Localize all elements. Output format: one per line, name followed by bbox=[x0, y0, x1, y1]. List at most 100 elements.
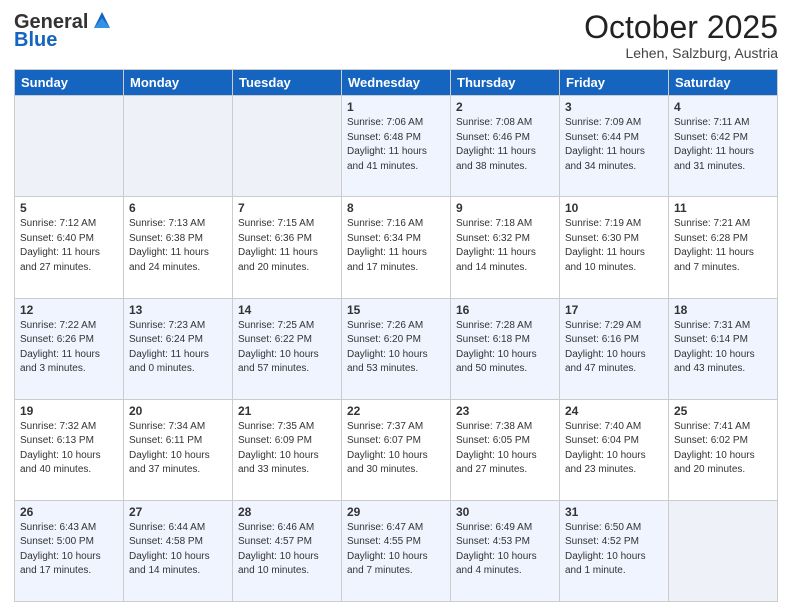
day-info: Sunrise: 7:28 AM Sunset: 6:18 PM Dayligh… bbox=[456, 319, 554, 377]
day-info: Sunrise: 7:41 AM Sunset: 6:02 PM Dayligh… bbox=[674, 420, 772, 478]
day-info: Sunrise: 6:44 AM Sunset: 4:58 PM Dayligh… bbox=[129, 521, 227, 579]
day-info: Sunrise: 7:19 AM Sunset: 6:30 PM Dayligh… bbox=[565, 217, 663, 275]
day-number: 10 bbox=[565, 201, 663, 215]
day-number: 23 bbox=[456, 404, 554, 418]
calendar-cell: 10 Sunrise: 7:19 AM Sunset: 6:30 PM Dayli… bbox=[560, 197, 669, 298]
day-info: Sunrise: 7:22 AM Sunset: 6:26 PM Dayligh… bbox=[20, 319, 118, 377]
calendar-cell: 11Sunrise: 7:21 AM Sunset: 6:28 PM Dayli… bbox=[669, 197, 778, 298]
day-info: Sunrise: 7:25 AM Sunset: 6:22 PM Dayligh… bbox=[238, 319, 336, 377]
calendar-week-4: 19 Sunrise: 7:32 AM Sunset: 6:13 PM Dayli… bbox=[15, 399, 778, 500]
day-info: Sunrise: 7:21 AM Sunset: 6:28 PM Dayligh… bbox=[674, 217, 772, 275]
calendar-cell bbox=[233, 96, 342, 197]
calendar-cell: 3 Sunrise: 7:09 AM Sunset: 6:44 PM Daylig… bbox=[560, 96, 669, 197]
header: General Blue October 2025 Lehen, Salzbur… bbox=[14, 10, 778, 61]
day-number: 14 bbox=[238, 303, 336, 317]
calendar-cell: 30Sunrise: 6:49 AM Sunset: 4:53 PM Dayli… bbox=[451, 500, 560, 601]
day-info: Sunrise: 7:12 AM Sunset: 6:40 PM Dayligh… bbox=[20, 217, 118, 275]
weekday-header-wednesday: Wednesday bbox=[342, 70, 451, 96]
calendar-cell: 25 Sunrise: 7:41 AM Sunset: 6:02 PM Dayli… bbox=[669, 399, 778, 500]
calendar-cell: 8 Sunrise: 7:16 AM Sunset: 6:34 PM Daylig… bbox=[342, 197, 451, 298]
weekday-header-saturday: Saturday bbox=[669, 70, 778, 96]
day-number: 9 bbox=[456, 201, 554, 215]
calendar-cell bbox=[669, 500, 778, 601]
day-number: 3 bbox=[565, 100, 663, 114]
calendar-cell: 23 Sunrise: 7:38 AM Sunset: 6:05 PM Dayli… bbox=[451, 399, 560, 500]
calendar-cell: 5 Sunrise: 7:12 AM Sunset: 6:40 PM Daylig… bbox=[15, 197, 124, 298]
calendar-cell: 26 Sunrise: 6:43 AM Sunset: 5:00 PM Dayli… bbox=[15, 500, 124, 601]
calendar-cell: 12 Sunrise: 7:22 AM Sunset: 6:26 PM Dayli… bbox=[15, 298, 124, 399]
calendar-cell: 24Sunrise: 7:40 AM Sunset: 6:04 PM Dayli… bbox=[560, 399, 669, 500]
day-number: 15 bbox=[347, 303, 445, 317]
calendar-cell: 6 Sunrise: 7:13 AM Sunset: 6:38 PM Daylig… bbox=[124, 197, 233, 298]
calendar-cell: 9 Sunrise: 7:18 AM Sunset: 6:32 PM Daylig… bbox=[451, 197, 560, 298]
title-block: October 2025 Lehen, Salzburg, Austria bbox=[584, 10, 778, 61]
day-number: 16 bbox=[456, 303, 554, 317]
calendar-cell: 16 Sunrise: 7:28 AM Sunset: 6:18 PM Dayli… bbox=[451, 298, 560, 399]
day-number: 20 bbox=[129, 404, 227, 418]
day-info: Sunrise: 6:47 AM Sunset: 4:55 PM Dayligh… bbox=[347, 521, 445, 579]
day-info: Sunrise: 7:23 AM Sunset: 6:24 PM Dayligh… bbox=[129, 319, 227, 377]
location: Lehen, Salzburg, Austria bbox=[584, 45, 778, 61]
calendar-cell: 27 Sunrise: 6:44 AM Sunset: 4:58 PM Dayli… bbox=[124, 500, 233, 601]
calendar-week-3: 12 Sunrise: 7:22 AM Sunset: 6:26 PM Dayli… bbox=[15, 298, 778, 399]
calendar-week-2: 5 Sunrise: 7:12 AM Sunset: 6:40 PM Daylig… bbox=[15, 197, 778, 298]
day-number: 8 bbox=[347, 201, 445, 215]
day-info: Sunrise: 7:09 AM Sunset: 6:44 PM Dayligh… bbox=[565, 116, 663, 174]
calendar-cell: 29 Sunrise: 6:47 AM Sunset: 4:55 PM Dayli… bbox=[342, 500, 451, 601]
day-number: 6 bbox=[129, 201, 227, 215]
month-title: October 2025 bbox=[584, 10, 778, 45]
day-info: Sunrise: 7:18 AM Sunset: 6:32 PM Dayligh… bbox=[456, 217, 554, 275]
day-info: Sunrise: 7:32 AM Sunset: 6:13 PM Dayligh… bbox=[20, 420, 118, 478]
day-number: 28 bbox=[238, 505, 336, 519]
day-number: 25 bbox=[674, 404, 772, 418]
day-number: 29 bbox=[347, 505, 445, 519]
weekday-header-row: SundayMondayTuesdayWednesdayThursdayFrid… bbox=[15, 70, 778, 96]
day-info: Sunrise: 6:43 AM Sunset: 5:00 PM Dayligh… bbox=[20, 521, 118, 579]
day-info: Sunrise: 7:29 AM Sunset: 6:16 PM Dayligh… bbox=[565, 319, 663, 377]
page: General Blue October 2025 Lehen, Salzbur… bbox=[0, 0, 792, 612]
calendar-table: SundayMondayTuesdayWednesdayThursdayFrid… bbox=[14, 69, 778, 602]
day-number: 21 bbox=[238, 404, 336, 418]
day-info: Sunrise: 7:16 AM Sunset: 6:34 PM Dayligh… bbox=[347, 217, 445, 275]
day-number: 13 bbox=[129, 303, 227, 317]
day-number: 18 bbox=[674, 303, 772, 317]
day-info: Sunrise: 7:06 AM Sunset: 6:48 PM Dayligh… bbox=[347, 116, 445, 174]
day-number: 26 bbox=[20, 505, 118, 519]
calendar-cell bbox=[124, 96, 233, 197]
weekday-header-friday: Friday bbox=[560, 70, 669, 96]
day-info: Sunrise: 7:40 AM Sunset: 6:04 PM Dayligh… bbox=[565, 420, 663, 478]
day-info: Sunrise: 6:46 AM Sunset: 4:57 PM Dayligh… bbox=[238, 521, 336, 579]
day-info: Sunrise: 7:34 AM Sunset: 6:11 PM Dayligh… bbox=[129, 420, 227, 478]
day-info: Sunrise: 7:31 AM Sunset: 6:14 PM Dayligh… bbox=[674, 319, 772, 377]
day-number: 12 bbox=[20, 303, 118, 317]
weekday-header-thursday: Thursday bbox=[451, 70, 560, 96]
calendar-cell: 2Sunrise: 7:08 AM Sunset: 6:46 PM Daylig… bbox=[451, 96, 560, 197]
calendar-week-5: 26 Sunrise: 6:43 AM Sunset: 5:00 PM Dayli… bbox=[15, 500, 778, 601]
day-info: Sunrise: 7:37 AM Sunset: 6:07 PM Dayligh… bbox=[347, 420, 445, 478]
day-number: 17 bbox=[565, 303, 663, 317]
day-info: Sunrise: 7:13 AM Sunset: 6:38 PM Dayligh… bbox=[129, 217, 227, 275]
calendar-cell: 19 Sunrise: 7:32 AM Sunset: 6:13 PM Dayli… bbox=[15, 399, 124, 500]
logo-blue-text: Blue bbox=[14, 30, 112, 50]
weekday-header-sunday: Sunday bbox=[15, 70, 124, 96]
day-number: 27 bbox=[129, 505, 227, 519]
day-info: Sunrise: 7:26 AM Sunset: 6:20 PM Dayligh… bbox=[347, 319, 445, 377]
calendar-cell: 28 Sunrise: 6:46 AM Sunset: 4:57 PM Dayli… bbox=[233, 500, 342, 601]
day-number: 5 bbox=[20, 201, 118, 215]
day-info: Sunrise: 7:15 AM Sunset: 6:36 PM Dayligh… bbox=[238, 217, 336, 275]
logo-icon bbox=[92, 10, 112, 32]
calendar-cell: 14 Sunrise: 7:25 AM Sunset: 6:22 PM Dayli… bbox=[233, 298, 342, 399]
day-info: Sunrise: 7:35 AM Sunset: 6:09 PM Dayligh… bbox=[238, 420, 336, 478]
weekday-header-monday: Monday bbox=[124, 70, 233, 96]
calendar-cell bbox=[15, 96, 124, 197]
day-number: 4 bbox=[674, 100, 772, 114]
day-info: Sunrise: 7:38 AM Sunset: 6:05 PM Dayligh… bbox=[456, 420, 554, 478]
day-number: 22 bbox=[347, 404, 445, 418]
calendar-cell: 22 Sunrise: 7:37 AM Sunset: 6:07 PM Dayli… bbox=[342, 399, 451, 500]
day-number: 19 bbox=[20, 404, 118, 418]
day-info: Sunrise: 7:11 AM Sunset: 6:42 PM Dayligh… bbox=[674, 116, 772, 174]
calendar-cell: 13 Sunrise: 7:23 AM Sunset: 6:24 PM Dayli… bbox=[124, 298, 233, 399]
calendar-cell: 4 Sunrise: 7:11 AM Sunset: 6:42 PM Daylig… bbox=[669, 96, 778, 197]
logo: General Blue bbox=[14, 10, 112, 50]
calendar-cell: 18 Sunrise: 7:31 AM Sunset: 6:14 PM Dayli… bbox=[669, 298, 778, 399]
